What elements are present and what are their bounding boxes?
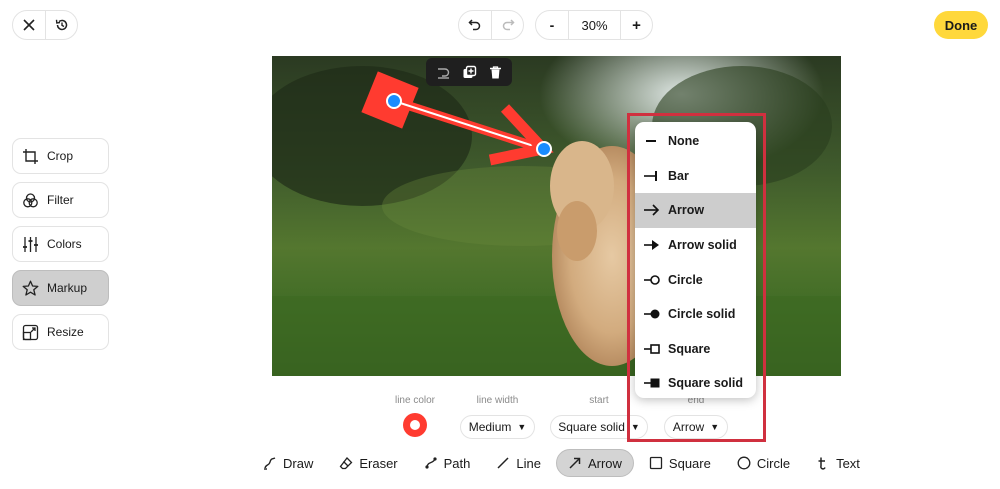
tool-label: Arrow — [587, 455, 622, 471]
tool-label: Text — [836, 455, 860, 471]
duplicate-icon[interactable] — [462, 65, 477, 80]
draw-icon — [264, 457, 276, 470]
tool-eraser[interactable]: Eraser — [328, 449, 408, 477]
arrow-icon — [569, 457, 581, 469]
tool-label: Path — [443, 455, 471, 471]
tool-draw[interactable]: Draw — [252, 449, 324, 477]
tool-square[interactable]: Square — [638, 449, 722, 477]
move-to-back-icon[interactable] — [436, 65, 451, 80]
tool-label: Line — [516, 455, 541, 471]
history-button-group — [12, 10, 78, 40]
sidebar-item-label: Crop — [47, 149, 74, 163]
undo-redo-group — [458, 10, 524, 40]
redo-icon — [502, 19, 515, 31]
tool-label: Eraser — [359, 455, 398, 471]
markup-tools-bar: Draw Eraser Path Line Arrow Square Circl… — [252, 449, 875, 477]
sidebar-item-label: Markup — [47, 281, 88, 295]
line-color-label: line color — [394, 395, 436, 406]
tool-label: Square — [668, 455, 711, 471]
history-button[interactable] — [45, 11, 77, 39]
eraser-icon — [339, 457, 353, 470]
tool-text[interactable]: Text — [805, 449, 871, 477]
crop-icon — [23, 148, 38, 164]
caret-down-icon: ▼ — [517, 422, 527, 432]
zoom-control: - 30% + — [535, 10, 653, 40]
sidebar-item-resize[interactable]: Resize — [12, 314, 109, 350]
line-width-control: line width Medium ▼ — [460, 395, 535, 439]
sidebar-item-markup[interactable]: Markup — [12, 270, 109, 306]
sidebar-item-label: Filter — [47, 193, 74, 207]
sidebar-item-label: Resize — [47, 325, 84, 339]
tool-label: Draw — [283, 455, 314, 471]
done-button[interactable]: Done — [934, 11, 988, 39]
line-width-value: Medium — [468, 420, 512, 434]
close-button[interactable] — [13, 11, 45, 39]
shape-toolbar — [426, 58, 512, 86]
resize-icon — [22, 324, 39, 340]
redo-button[interactable] — [491, 11, 523, 39]
line-width-label: line width — [476, 395, 519, 406]
close-icon — [23, 19, 35, 31]
circle-icon — [737, 456, 751, 470]
zoom-out-button[interactable]: - — [536, 11, 568, 39]
text-icon — [818, 457, 826, 470]
history-icon — [55, 19, 67, 31]
sidebar-item-crop[interactable]: Crop — [12, 138, 109, 174]
line-icon — [497, 457, 509, 469]
line-color-control: line color — [388, 395, 442, 437]
zoom-level[interactable]: 30% — [568, 11, 620, 39]
zoom-in-button[interactable]: + — [620, 11, 652, 39]
sidebar-item-filter[interactable]: Filter — [12, 182, 109, 218]
start-value: Square solid — [558, 420, 625, 434]
filter-icon — [23, 192, 38, 207]
tool-circle[interactable]: Circle — [726, 449, 801, 477]
line-width-select[interactable]: Medium ▼ — [460, 415, 535, 439]
sliders-icon — [23, 236, 38, 252]
highlight-annotation-box — [627, 113, 766, 442]
undo-button[interactable] — [459, 11, 491, 39]
tool-arrow[interactable]: Arrow — [555, 449, 634, 477]
trash-icon[interactable] — [488, 65, 503, 80]
sidebar-item-label: Colors — [47, 237, 82, 251]
tool-path[interactable]: Path — [413, 449, 482, 477]
path-icon — [425, 457, 437, 469]
undo-icon — [468, 19, 481, 31]
tool-label: Circle — [756, 455, 791, 471]
line-color-swatch[interactable] — [403, 413, 427, 437]
square-icon — [649, 456, 663, 470]
star-icon — [22, 280, 39, 296]
tool-line[interactable]: Line — [485, 449, 552, 477]
sidebar-item-colors[interactable]: Colors — [12, 226, 109, 262]
